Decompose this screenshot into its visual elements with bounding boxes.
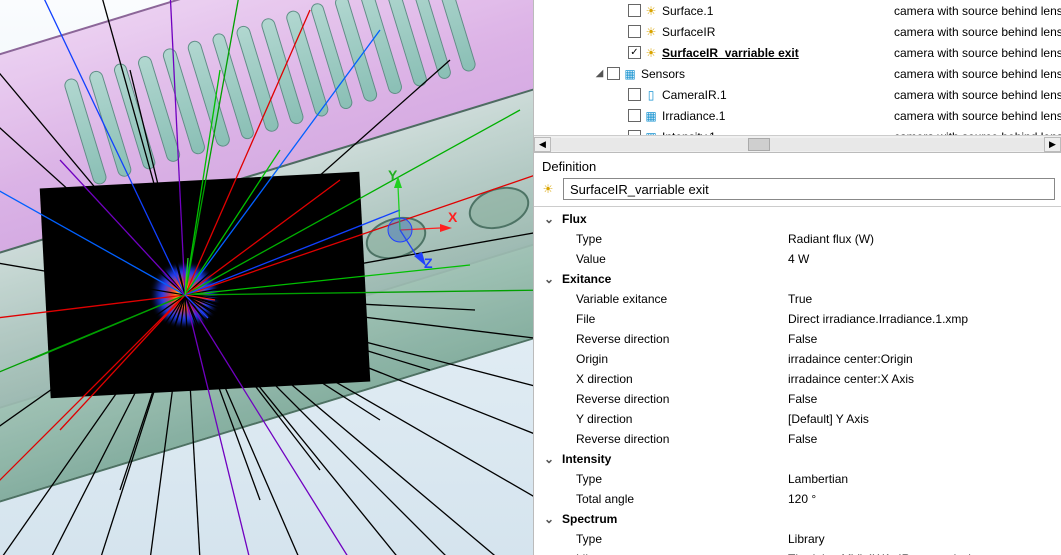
source-icon: ☀ [540,182,556,196]
property-value[interactable]: False [788,332,1051,346]
property-row[interactable]: Reverse directionFalse [534,329,1061,349]
source-icon: ☀ [643,4,659,18]
property-label: Origin [558,352,788,366]
tree-item-path: camera with source behind lens.3 [894,4,1061,18]
tree-item[interactable]: ▦Irradiance.1 camera with source behind l… [534,105,1061,126]
property-value[interactable]: Lambertian [788,472,1051,486]
property-label: Reverse direction [558,392,788,406]
property-row[interactable]: Total angle120 ° [534,489,1061,509]
property-group-header[interactable]: ⌄Intensity [534,449,1061,469]
tree-item-path: camera with source behind lens.3 [894,46,1061,60]
3d-viewport[interactable]: X Y Z [0,0,533,555]
caret-down-icon[interactable]: ⌄ [544,272,558,286]
property-label: Variable exitance [558,292,788,306]
tree-item-path: camera with source behind lens.3 [894,109,1061,123]
expander-icon[interactable]: ◢ [594,68,605,79]
scroll-track[interactable] [551,138,1044,151]
property-row[interactable]: Y direction[Default] Y Axis [534,409,1061,429]
sensor-icon: ▦ [643,109,659,123]
scroll-thumb[interactable] [748,138,770,151]
property-value[interactable]: [Default] Y Axis [788,412,1051,426]
tree-h-scrollbar[interactable]: ◀ ▶ [534,135,1061,152]
property-group-title: Exitance [558,272,788,286]
tree-item-label[interactable]: Surface.1 [662,4,713,18]
source-icon: ☀ [643,25,659,39]
tree-checkbox[interactable] [628,25,641,38]
property-row[interactable]: Originirradaince center:Origin [534,349,1061,369]
axis-z-label: Z [424,255,433,271]
property-row[interactable]: Value4 W [534,249,1061,269]
property-value[interactable]: False [788,392,1051,406]
property-value[interactable]: irradaince center:X Axis [788,372,1051,386]
property-label: File [558,312,788,326]
property-grid[interactable]: ⌄FluxTypeRadiant flux (W)Value4 W⌄Exitan… [534,207,1061,555]
property-label: X direction [558,372,788,386]
property-value[interactable]: False [788,432,1051,446]
tree-item[interactable]: ☀SurfaceIR_varriable exit camera with sou… [534,42,1061,63]
property-value[interactable]: True [788,292,1051,306]
property-row[interactable]: Reverse directionFalse [534,389,1061,409]
tree-checkbox[interactable] [628,109,641,122]
tree-item-path: camera with source behind lens.3 [894,67,1061,81]
property-row[interactable]: TypeRadiant flux (W) [534,229,1061,249]
property-group-header[interactable]: ⌄Flux [534,209,1061,229]
property-row[interactable]: X directionirradaince center:X Axis [534,369,1061,389]
property-group-header[interactable]: ⌄Exitance [534,269,1061,289]
property-group-title: Flux [558,212,788,226]
property-row[interactable]: FileDirect irradiance.Irradiance.1.xmp [534,309,1061,329]
ray-lines: X Y Z [0,0,533,555]
properties-panel: ☀Surface.1camera with source behind lens… [533,0,1061,555]
scene-tree[interactable]: ☀Surface.1camera with source behind lens… [534,0,1061,153]
tree-checkbox[interactable] [628,88,641,101]
property-label: Reverse direction [558,432,788,446]
property-row[interactable]: LibraryThorlabs_MVL4WA_IR_transmission.s… [534,549,1061,555]
tree-item-label[interactable]: Sensors [641,67,685,81]
caret-down-icon[interactable]: ⌄ [544,212,558,226]
property-group-title: Intensity [558,452,788,466]
tree-item-path: camera with source behind lens.3 [894,88,1061,102]
property-label: Type [558,532,788,546]
scroll-right-button[interactable]: ▶ [1044,137,1061,152]
tree-item[interactable]: ☀SurfaceIR camera with source behind lens… [534,21,1061,42]
property-value[interactable]: Direct irradiance.Irradiance.1.xmp [788,312,1051,326]
property-label: Total angle [558,492,788,506]
sensor-icon: ▦ [622,67,638,81]
property-row[interactable]: TypeLambertian [534,469,1061,489]
tree-item-label[interactable]: Irradiance.1 [662,109,725,123]
property-label: Type [558,232,788,246]
property-label: Value [558,252,788,266]
definition-name-input[interactable] [563,178,1055,200]
tree-item-label[interactable]: SurfaceIR [662,25,715,39]
caret-down-icon[interactable]: ⌄ [544,452,558,466]
property-label: Y direction [558,412,788,426]
source-icon: ☀ [643,46,659,60]
tree-item[interactable]: ☀Surface.1 camera with source behind lens… [534,0,1061,21]
axis-x-label: X [448,209,458,225]
property-value[interactable]: irradaince center:Origin [788,352,1051,366]
axis-y-label: Y [388,167,398,183]
tree-checkbox[interactable] [607,67,620,80]
property-value[interactable]: 4 W [788,252,1051,266]
property-value[interactable]: 120 ° [788,492,1051,506]
tree-item-label[interactable]: CameraIR.1 [662,88,727,102]
tree-item[interactable]: ◢ ▦Sensors camera with source behind lens.… [534,63,1061,84]
tree-checkbox[interactable] [628,46,641,59]
property-row[interactable]: TypeLibrary [534,529,1061,549]
property-label: Type [558,472,788,486]
tree-item-path: camera with source behind lens.3 [894,25,1061,39]
property-row[interactable]: Variable exitanceTrue [534,289,1061,309]
tree-checkbox[interactable] [628,4,641,17]
camera-icon: ▯ [643,88,659,102]
property-value[interactable]: Library [788,532,1051,546]
property-group-header[interactable]: ⌄Spectrum [534,509,1061,529]
scroll-left-button[interactable]: ◀ [534,137,551,152]
tree-item[interactable]: ▯CameraIR.1 camera with source behind len… [534,84,1061,105]
tree-item-label[interactable]: SurfaceIR_varriable exit [662,46,799,60]
property-value[interactable]: Radiant flux (W) [788,232,1051,246]
property-row[interactable]: Reverse directionFalse [534,429,1061,449]
property-group-title: Spectrum [558,512,788,526]
property-label: Reverse direction [558,332,788,346]
caret-down-icon[interactable]: ⌄ [544,512,558,526]
definition-section-header: Definition [534,153,1061,178]
